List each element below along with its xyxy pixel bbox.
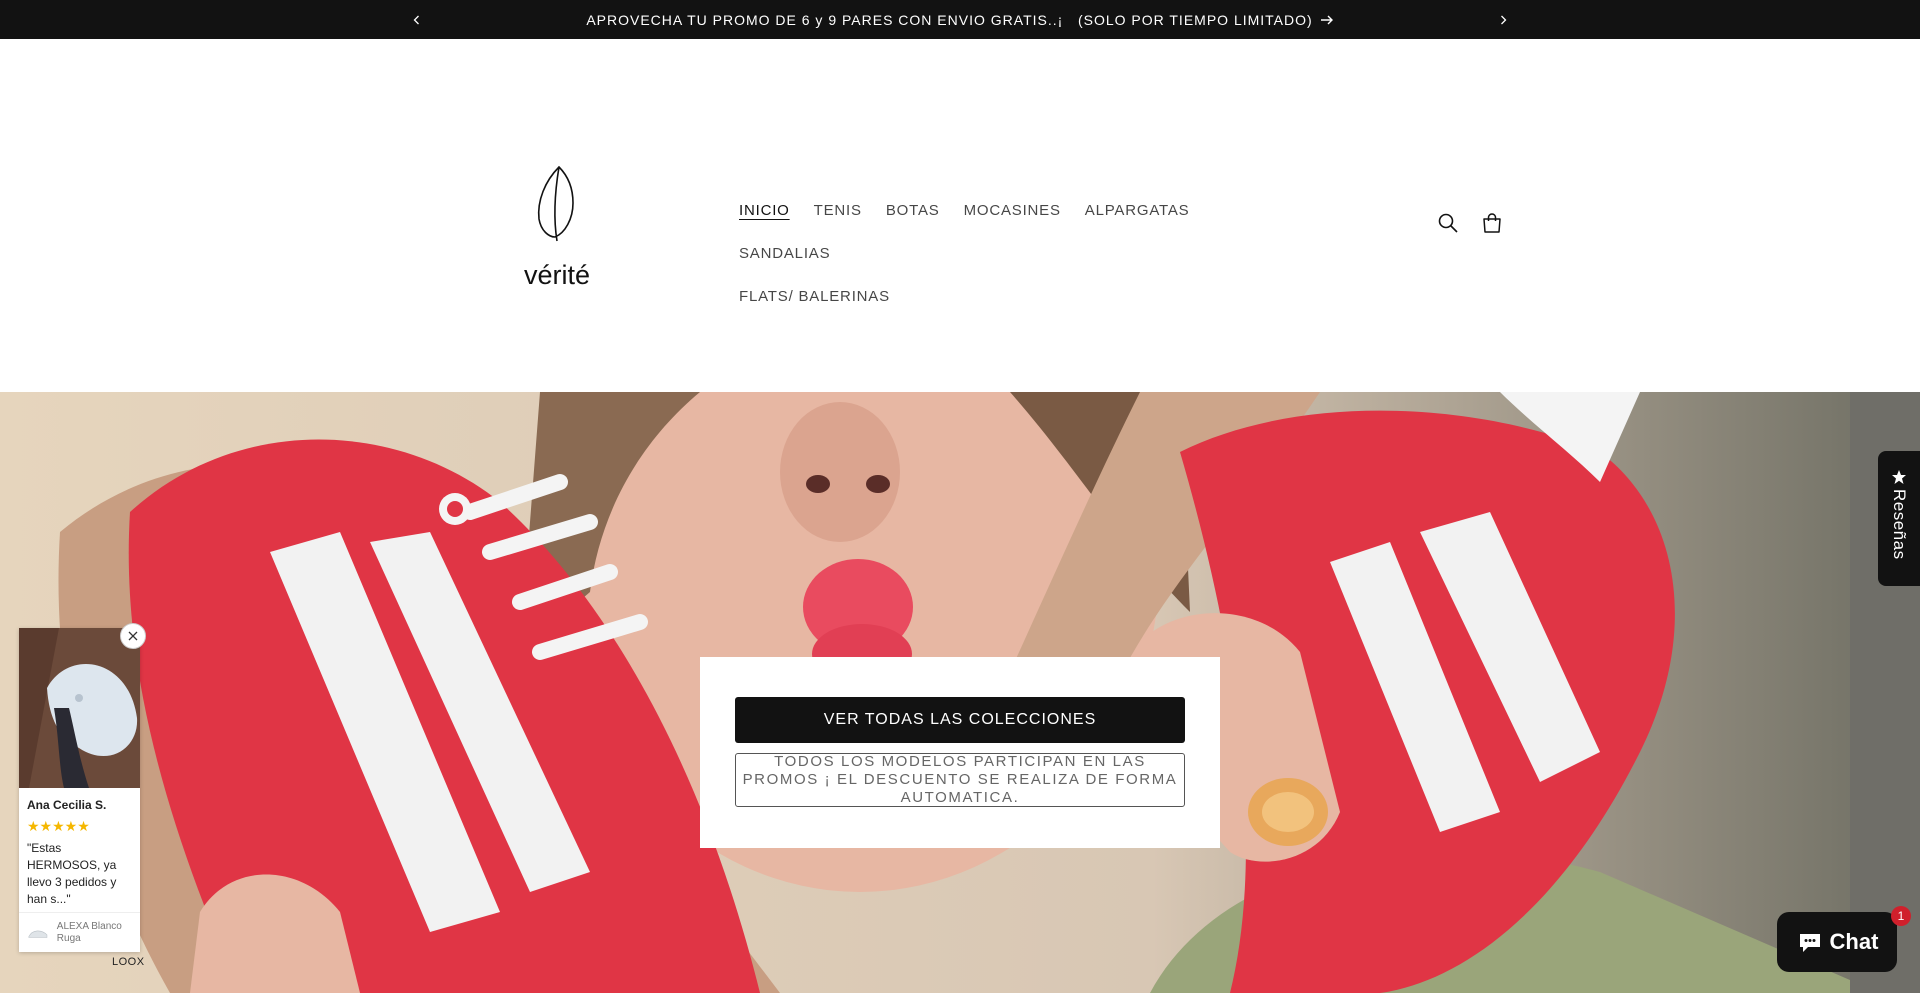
hero-cta-box: VER TODAS LAS COLECCIONES TODOS LOS MODE… xyxy=(700,657,1220,848)
promo-info-label: TODOS LOS MODELOS PARTICIPAN EN LAS PROM… xyxy=(742,753,1178,806)
product-thumbnail xyxy=(28,930,48,938)
chat-bubble-icon xyxy=(1799,934,1820,952)
nav-item-mocasines[interactable]: MOCASINES xyxy=(964,189,1061,232)
reviews-side-tab[interactable]: Reseñas xyxy=(1878,451,1920,586)
brand-logo[interactable]: vérité xyxy=(515,161,599,291)
promo-info-button[interactable]: TODOS LOS MODELOS PARTICIPAN EN LAS PROM… xyxy=(735,753,1185,807)
review-product[interactable]: ALEXA Blanco Ruga xyxy=(19,912,140,952)
announcement-text: APROVECHA TU PROMO DE 6 y 9 PARES CON EN… xyxy=(586,11,1313,28)
next-announcement-button[interactable] xyxy=(1483,0,1523,39)
review-text: "Estas HERMOSOS, ya llevo 3 pedidos y ha… xyxy=(27,841,117,906)
review-shoe-image xyxy=(19,628,140,788)
review-popup[interactable]: Ana Cecilia S. ★★★★★ "Estas HERMOSOS, ya… xyxy=(19,623,146,952)
main-nav: INICIO TENIS BOTAS MOCASINES ALPARGATAS SANDA… xyxy=(739,189,1279,318)
cart-icon xyxy=(1483,213,1501,233)
announcement-bar: APROVECHA TU PROMO DE 6 y 9 PARES CON EN… xyxy=(0,0,1920,39)
arrow-right-icon xyxy=(1320,15,1333,24)
reviews-tab-label: Reseñas xyxy=(1890,489,1909,560)
review-author: Ana Cecilia S. xyxy=(27,798,107,812)
chat-button[interactable]: Chat 1 xyxy=(1777,906,1911,972)
nav-item-sandalias[interactable]: SANDALIAS xyxy=(739,232,830,275)
chevron-right-icon xyxy=(1501,15,1507,24)
site-header: vérité INICIO TENIS BOTAS MOCASINES ALPARGAT… xyxy=(0,39,1920,392)
review-photo[interactable] xyxy=(19,628,140,788)
nav-item-botas[interactable]: BOTAS xyxy=(886,189,940,232)
announcement-message[interactable]: APROVECHA TU PROMO DE 6 y 9 PARES CON EN… xyxy=(0,0,1920,39)
leaf-logo-icon: vérité xyxy=(524,165,590,290)
nav-item-flats-balerinas[interactable]: FLATS/ BALERINAS xyxy=(739,275,890,318)
svg-text:vérité: vérité xyxy=(524,260,590,290)
nav-item-tenis[interactable]: TENIS xyxy=(814,189,862,232)
close-review-popup-button[interactable] xyxy=(120,623,146,649)
close-icon xyxy=(128,631,138,641)
nav-item-alpargatas[interactable]: ALPARGATAS xyxy=(1085,189,1190,232)
star-icon xyxy=(1892,470,1906,484)
cart-button[interactable] xyxy=(1470,201,1514,245)
loox-branding[interactable]: LOOX xyxy=(112,956,145,968)
chat-label: Chat xyxy=(1829,929,1879,954)
review-stars: ★★★★★ xyxy=(27,818,90,834)
search-icon xyxy=(1438,213,1458,233)
search-button[interactable] xyxy=(1426,201,1470,245)
chat-unread-badge: 1 xyxy=(1891,906,1911,926)
view-all-collections-button[interactable]: VER TODAS LAS COLECCIONES xyxy=(735,697,1185,743)
review-product-name: ALEXA Blanco Ruga xyxy=(56,920,122,944)
nav-item-inicio[interactable]: INICIO xyxy=(739,189,790,232)
